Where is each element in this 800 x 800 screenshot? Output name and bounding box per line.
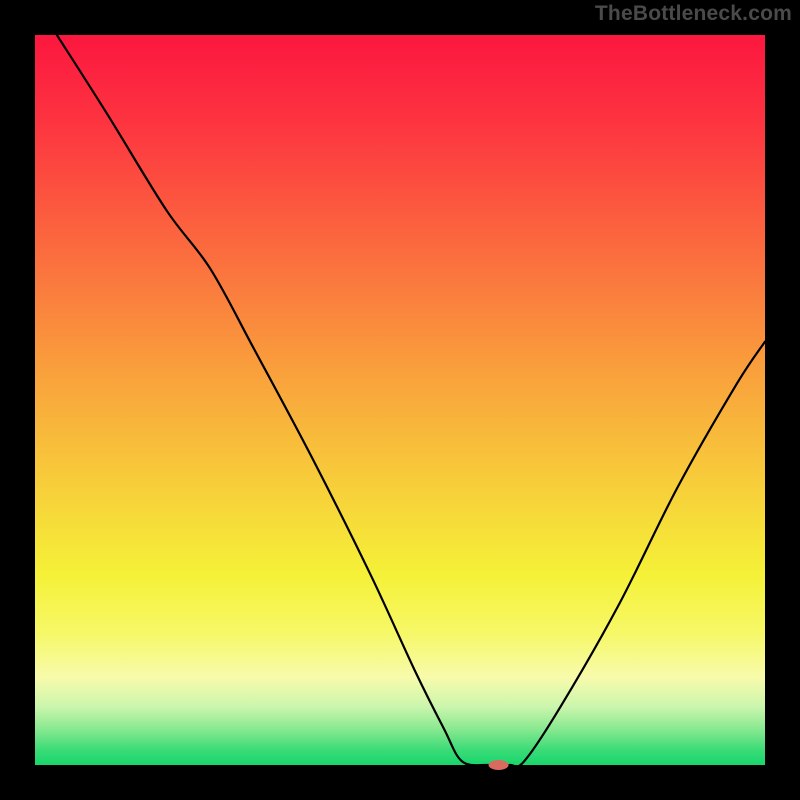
bottleneck-chart bbox=[0, 0, 800, 800]
optimal-point bbox=[489, 760, 509, 770]
chart-canvas: TheBottleneck.com bbox=[0, 0, 800, 800]
plot-background bbox=[35, 35, 765, 765]
